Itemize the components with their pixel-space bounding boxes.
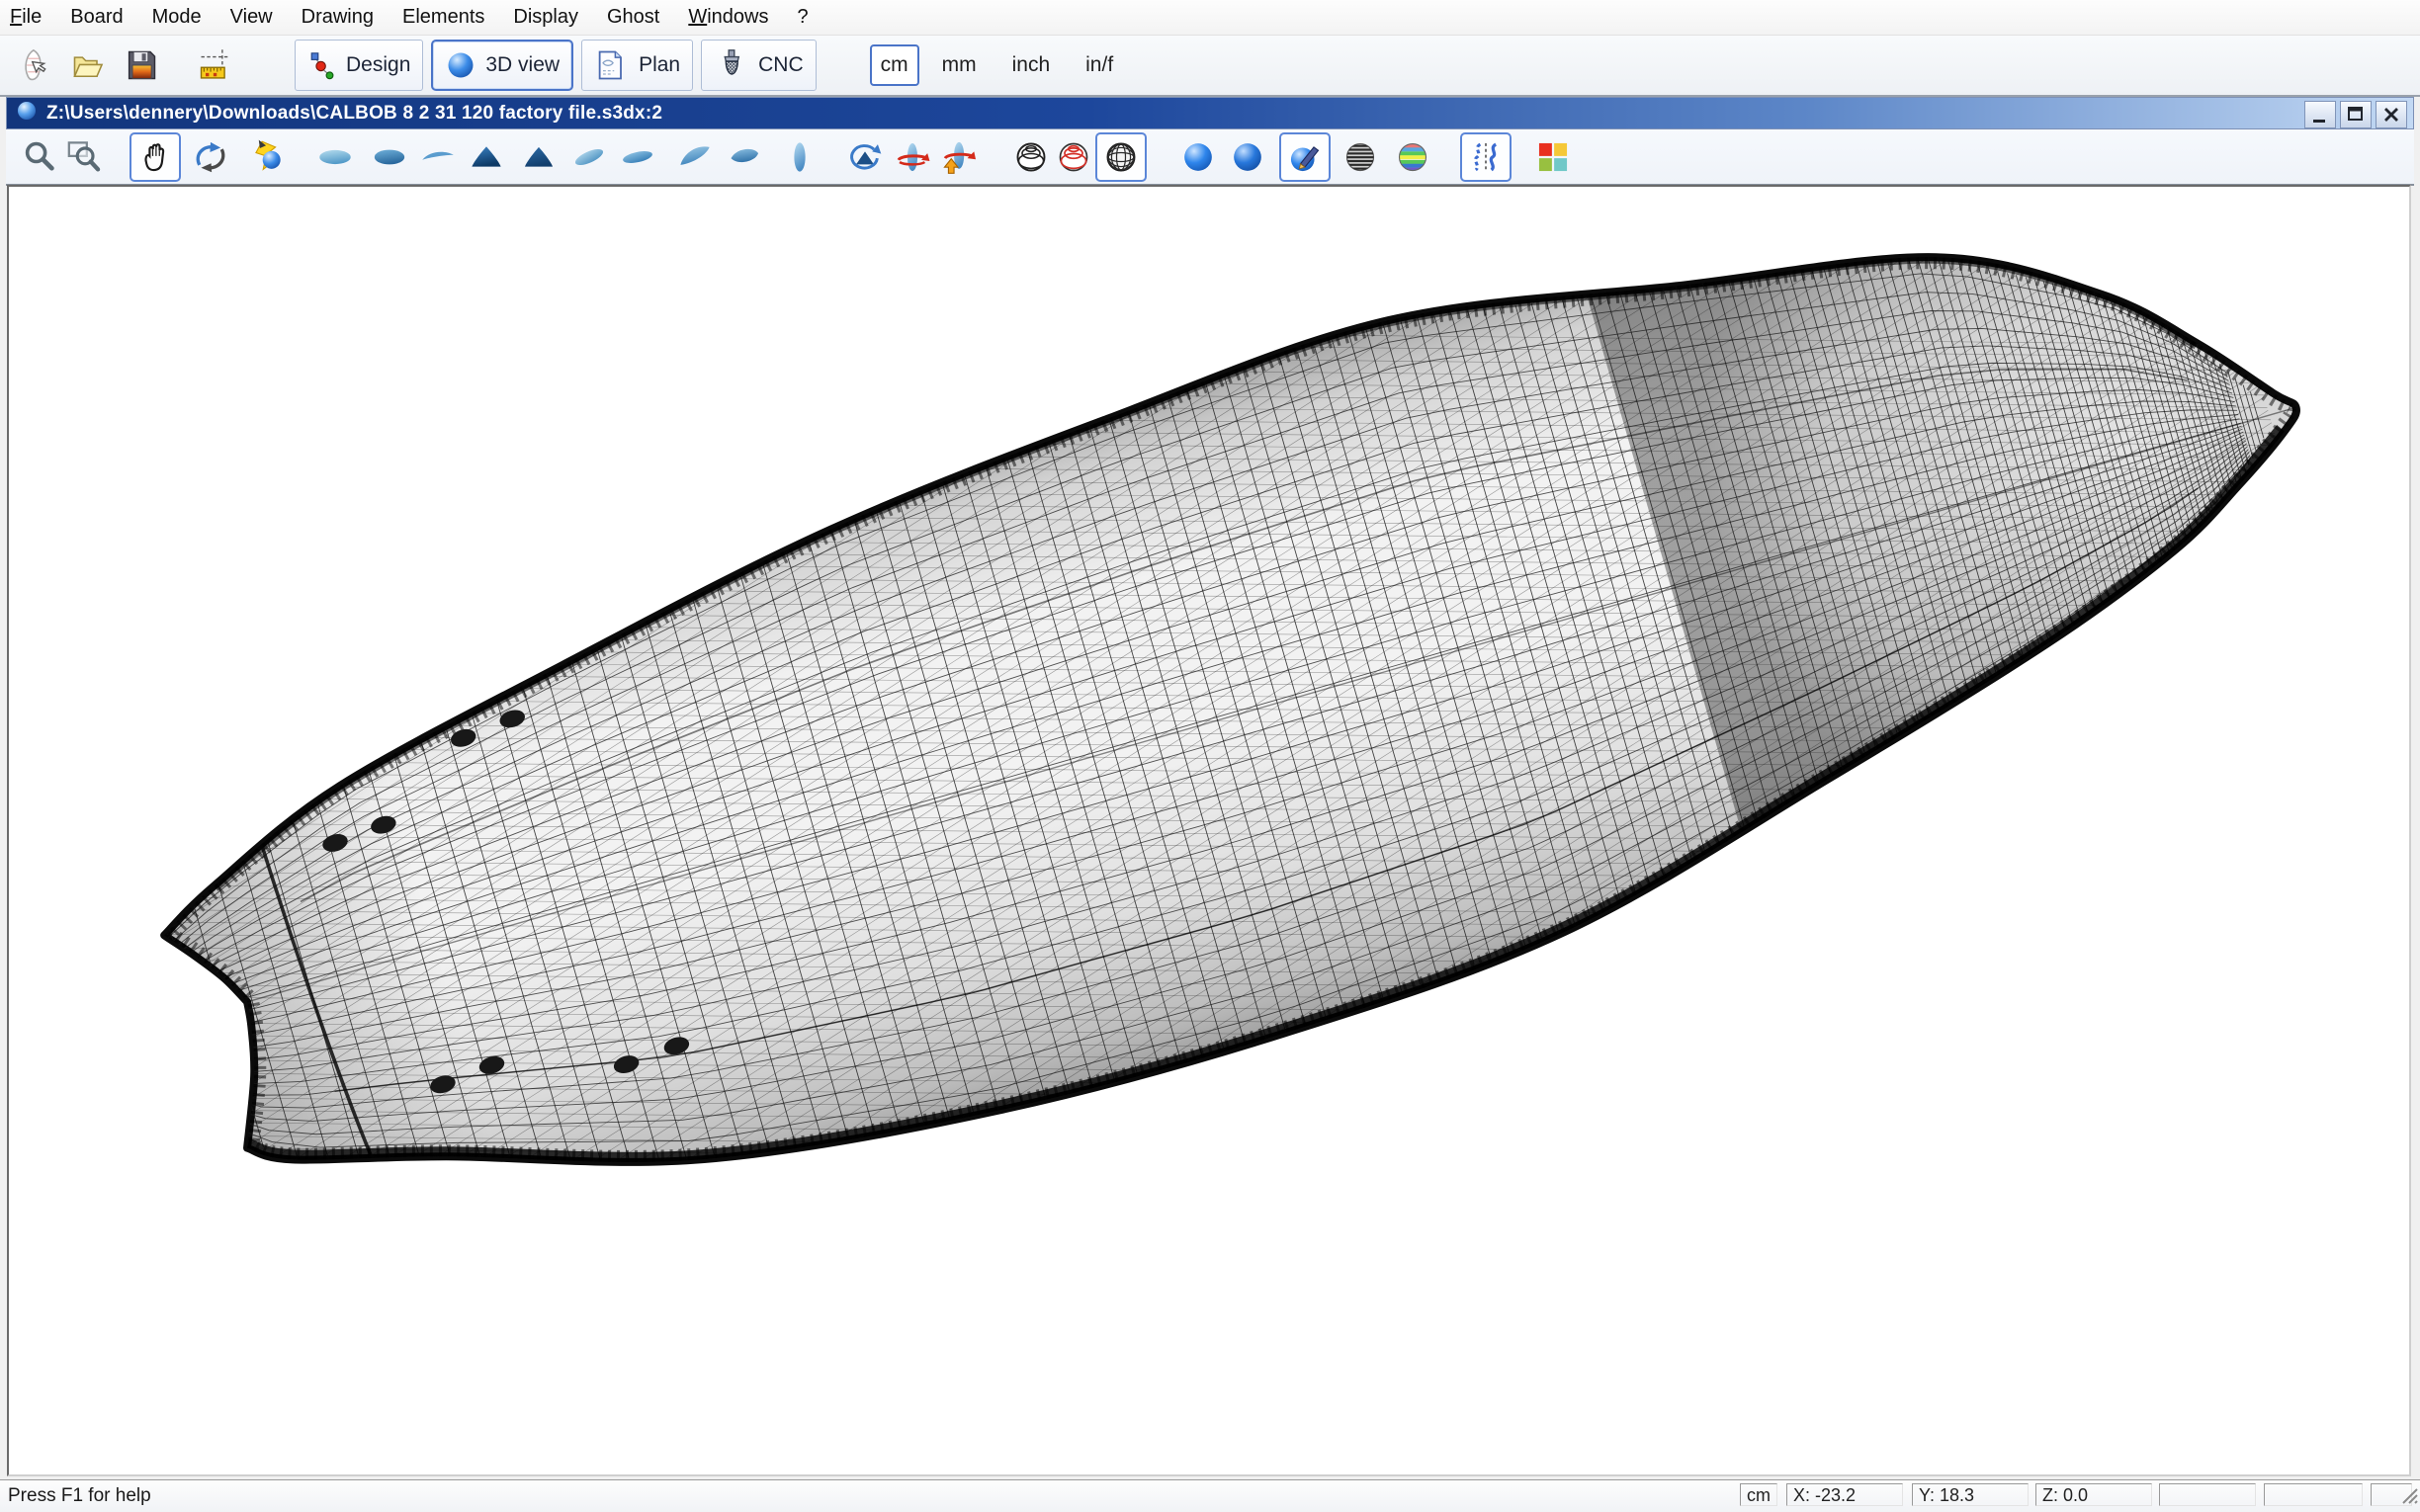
view-three-quarter-icon[interactable] [675,136,715,178]
document-icon [15,99,39,127]
menu-item-file[interactable]: File [10,6,42,29]
status-unit: cm [1740,1483,1777,1506]
zoom-icon[interactable] [20,136,59,178]
status-empty-panel [2159,1483,2256,1506]
unit-option-mm[interactable]: mm [933,46,986,84]
close-button[interactable] [2376,101,2407,128]
sphere-blue-icon [445,49,476,81]
render-contours-icon[interactable] [1011,136,1051,178]
surfboard-wireframe-3d-view[interactable] [9,187,2409,1474]
cnc-icon [714,47,749,83]
render-painted-icon[interactable] [1279,132,1331,182]
unit-option-inch[interactable]: inch [1003,46,1060,84]
view-rocker-icon[interactable] [418,136,458,178]
render-solid-icon[interactable] [1178,136,1218,178]
mode-button-3d-view[interactable]: 3D view [431,40,573,91]
status-z-coordinate: Z: 0.0 [2035,1483,2152,1506]
dimensions-icon[interactable] [194,43,235,87]
open-folder-icon[interactable] [67,43,109,87]
rotate-view-icon[interactable] [845,136,885,178]
view-profile-icon[interactable] [780,136,820,178]
render-wireframe-icon[interactable] [1095,132,1147,182]
unit-selector: cmmminch in/f [870,44,1141,86]
render-curvature-icon[interactable] [1393,136,1432,178]
shape3d-application-window: File Board Mode View Drawing Elements Display G… [0,0,2420,1512]
spin-board-icon[interactable] [893,136,932,178]
pan-hand-icon[interactable] [130,132,181,182]
unit-option-inf[interactable]: in/f [1077,46,1122,84]
menu-item-elements[interactable]: Elements [402,6,484,29]
main-toolbar: Design 3D view Plan CNC cmmminch in/f [0,36,2420,97]
menu-item-display[interactable]: Display [513,6,578,29]
render-contours-red-icon[interactable] [1054,136,1093,178]
spin-board-up-icon[interactable] [938,136,978,178]
status-x-coordinate: X: -23.2 [1786,1483,1903,1506]
view-perspective-bottom-icon[interactable] [618,136,657,178]
view-front-icon[interactable] [467,136,506,178]
minimize-button[interactable] [2304,101,2336,128]
menu-item-[interactable]: ? [797,6,808,29]
window-controls [2300,101,2407,128]
mode-button-plan[interactable]: Plan [581,40,693,91]
design-icon [307,50,337,80]
new-board-icon[interactable] [14,43,55,87]
menu-item-mode[interactable]: Mode [152,6,202,29]
menu-item-windows[interactable]: Windows [688,6,768,29]
document-title-bar[interactable]: Z:\Users\dennery\Downloads\CALBOB 8 2 31… [6,97,2414,129]
compare-curves-icon[interactable] [1460,132,1512,182]
lighting-icon[interactable] [250,136,290,178]
menu-item-drawing[interactable]: Drawing [302,6,374,29]
maximize-button[interactable] [2340,101,2372,128]
status-y-coordinate: Y: 18.3 [1912,1483,2029,1506]
mode-button-cnc[interactable]: CNC [701,40,817,91]
view-top-icon[interactable] [315,136,355,178]
menu-item-ghost[interactable]: Ghost [607,6,659,29]
document-title: Z:\Users\dennery\Downloads\CALBOB 8 2 31… [46,103,662,125]
unit-option-cm[interactable]: cm [870,44,919,86]
zoom-window-icon[interactable] [64,136,104,178]
mode-button-label: CNC [758,53,804,77]
menu-bar: File Board Mode View Drawing Elements Display G… [0,0,2420,36]
mode-button-label: 3D view [485,53,560,77]
color-palette-icon[interactable] [1533,136,1573,178]
3d-viewport[interactable] [7,185,2411,1476]
status-empty-panel [2264,1483,2363,1506]
mode-button-label: Design [346,53,410,77]
rotate-3d-icon[interactable] [191,136,230,178]
save-icon[interactable] [121,43,162,87]
mode-button-label: Plan [639,53,680,77]
plan-icon [594,47,630,83]
view-toolbar [6,129,2414,186]
view-back-icon[interactable] [519,136,559,178]
menu-item-view[interactable]: View [230,6,273,29]
view-perspective-top-icon[interactable] [569,136,609,178]
render-solid-2-icon[interactable] [1228,136,1267,178]
view-three-quarter-2-icon[interactable] [725,136,764,178]
menu-item-board[interactable]: Board [70,6,123,29]
status-help-text: Press F1 for help [8,1485,151,1507]
resize-grip[interactable] [2400,1486,2418,1510]
mode-button-design[interactable]: Design [295,40,423,91]
view-bottom-icon[interactable] [370,136,409,178]
render-stripes-icon[interactable] [1340,136,1380,178]
status-bar: Press F1 for help cm X: -23.2 Y: 18.3 Z:… [0,1479,2420,1512]
